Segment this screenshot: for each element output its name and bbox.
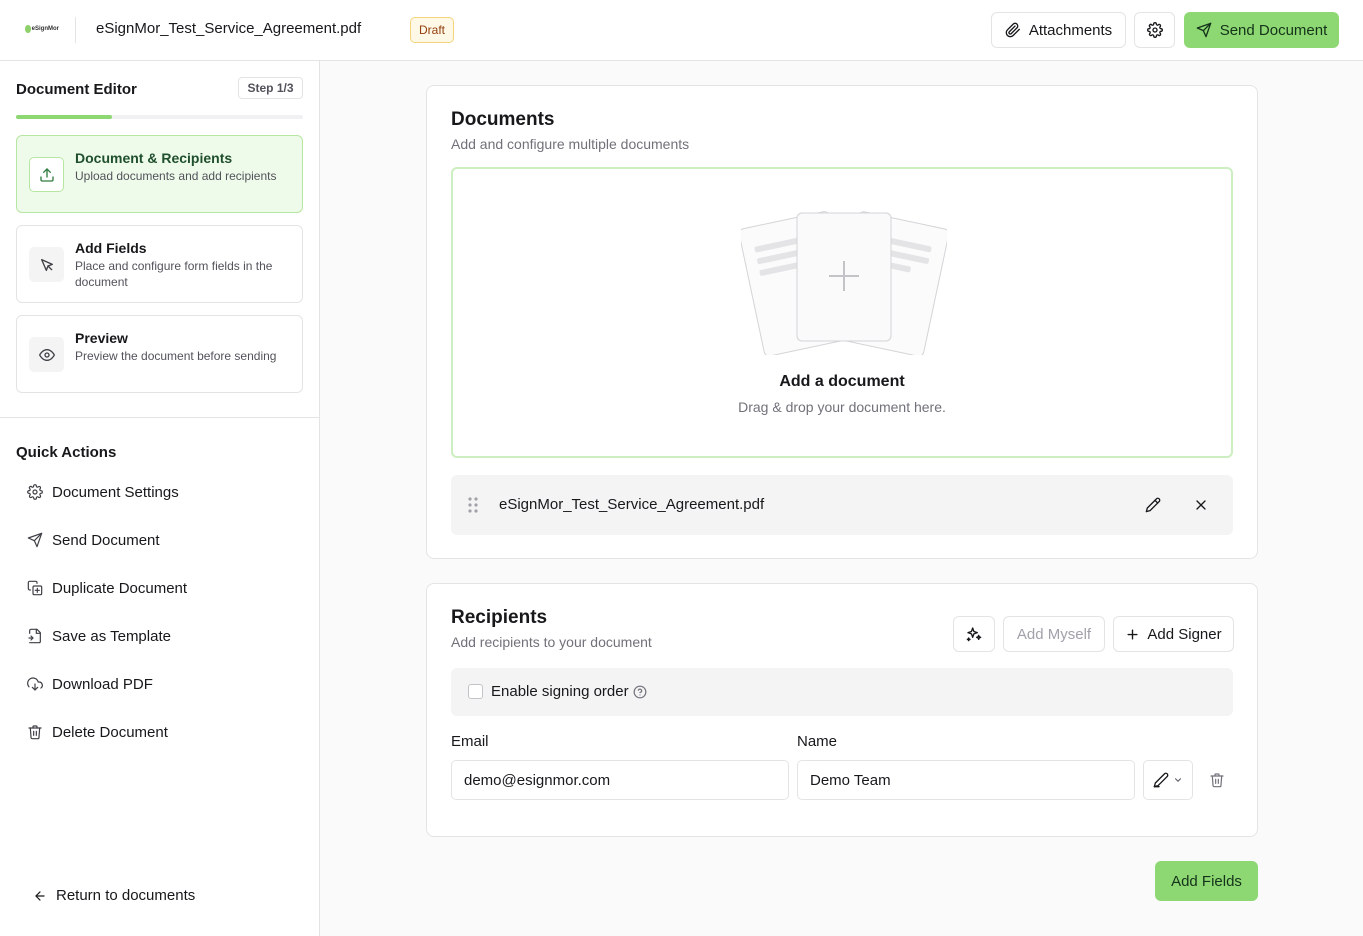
documents-title: Documents bbox=[451, 109, 555, 130]
recipients-subtitle: Add recipients to your document bbox=[451, 634, 652, 650]
step-progress-fill bbox=[16, 115, 112, 119]
attachments-button[interactable]: Attachments bbox=[991, 12, 1126, 48]
dropzone-subtitle: Drag & drop your document here. bbox=[738, 399, 946, 415]
document-title: eSignMor_Test_Service_Agreement.pdf bbox=[96, 20, 362, 37]
documents-subtitle: Add and configure multiple documents bbox=[451, 136, 690, 152]
signer-email-field[interactable]: demo@esignmor.com bbox=[451, 760, 789, 800]
gear-icon bbox=[27, 484, 43, 500]
step-add-fields[interactable]: Add Fields Place and configure form fiel… bbox=[16, 225, 303, 303]
return-to-documents-link[interactable]: Return to documents bbox=[33, 887, 195, 904]
step-description: Place and configure form fields in the d… bbox=[75, 259, 273, 289]
quick-action-label: Delete Document bbox=[52, 723, 168, 741]
quick-action-label: Download PDF bbox=[52, 675, 153, 693]
quick-action-send-document[interactable]: Send Document bbox=[27, 530, 160, 550]
step-description: Preview the document before sending bbox=[75, 349, 277, 363]
signing-order-checkbox[interactable] bbox=[468, 684, 483, 699]
send-icon bbox=[1196, 22, 1212, 38]
quick-action-label: Document Settings bbox=[52, 483, 179, 501]
logo-mark bbox=[25, 25, 31, 33]
help-circle-icon[interactable] bbox=[633, 685, 647, 699]
duplicate-icon bbox=[27, 580, 43, 596]
arrow-left-icon bbox=[33, 889, 47, 903]
quick-action-label: Save as Template bbox=[52, 627, 171, 645]
template-icon bbox=[27, 628, 43, 644]
sidebar: Document Editor Step 1/3 Document & Reci… bbox=[0, 61, 320, 936]
signer-name-field[interactable]: Demo Team bbox=[797, 760, 1135, 800]
documents-illustration-icon bbox=[741, 205, 947, 355]
quick-action-label: Send Document bbox=[52, 531, 160, 549]
chevron-down-icon bbox=[1173, 775, 1183, 785]
step-progress-bar bbox=[16, 115, 303, 119]
name-label: Name bbox=[797, 733, 838, 750]
step-preview[interactable]: Preview Preview the document before send… bbox=[16, 315, 303, 393]
trash-icon bbox=[27, 724, 43, 740]
header-divider bbox=[75, 17, 76, 43]
step-document-recipients[interactable]: Document & Recipients Upload documents a… bbox=[16, 135, 303, 213]
signer-role-dropdown[interactable] bbox=[1143, 760, 1193, 800]
attachments-label: Attachments bbox=[1028, 21, 1113, 39]
send-document-button[interactable]: Send Document bbox=[1184, 12, 1339, 48]
quick-action-download-pdf[interactable]: Download PDF bbox=[27, 674, 153, 694]
add-fields-button[interactable]: Add Fields bbox=[1155, 861, 1258, 901]
dropzone-title: Add a document bbox=[779, 373, 905, 390]
email-label: Email bbox=[451, 733, 489, 750]
send-icon bbox=[27, 532, 43, 548]
step-title: Preview bbox=[75, 330, 128, 346]
top-header: eSignMor eSignMor_Test_Service_Agreement… bbox=[0, 0, 1363, 61]
sidebar-divider bbox=[0, 417, 319, 418]
documents-card: Documents Add and configure multiple doc… bbox=[426, 85, 1258, 559]
quick-actions-title: Quick Actions bbox=[16, 444, 117, 461]
edit-document-button[interactable] bbox=[1141, 493, 1165, 517]
main-content: Documents Add and configure multiple doc… bbox=[320, 61, 1363, 936]
drag-handle-icon[interactable] bbox=[465, 495, 481, 515]
recipients-card: Recipients Add recipients to your docume… bbox=[426, 583, 1258, 837]
document-file-row: eSignMor_Test_Service_Agreement.pdf bbox=[451, 475, 1233, 535]
step-badge: Step 1/3 bbox=[238, 77, 303, 99]
sidebar-title: Document Editor bbox=[16, 81, 137, 98]
send-document-label: Send Document bbox=[1219, 21, 1328, 39]
plus-icon bbox=[1125, 627, 1140, 642]
download-icon bbox=[27, 676, 43, 692]
pen-icon bbox=[1153, 772, 1169, 788]
quick-action-label: Duplicate Document bbox=[52, 579, 188, 597]
trash-icon bbox=[1209, 772, 1225, 788]
settings-button[interactable] bbox=[1134, 12, 1175, 48]
cursor-icon bbox=[29, 247, 64, 282]
pencil-icon bbox=[1145, 497, 1161, 513]
step-title: Document & Recipients bbox=[75, 150, 233, 166]
add-myself-button[interactable]: Add Myself bbox=[1003, 616, 1105, 652]
status-badge: Draft bbox=[410, 17, 455, 43]
quick-action-delete-document[interactable]: Delete Document bbox=[27, 722, 168, 742]
eye-icon bbox=[29, 337, 64, 372]
logo-text: eSignMor bbox=[31, 26, 59, 32]
return-label: Return to documents bbox=[56, 887, 196, 904]
step-description: Upload documents and add recipients bbox=[75, 169, 277, 183]
quick-action-document-settings[interactable]: Document Settings bbox=[27, 482, 179, 502]
quick-action-duplicate-document[interactable]: Duplicate Document bbox=[27, 578, 187, 598]
upload-icon bbox=[29, 157, 64, 192]
step-title: Add Fields bbox=[75, 240, 147, 256]
sparkles-icon bbox=[966, 626, 982, 642]
document-file-name: eSignMor_Test_Service_Agreement.pdf bbox=[499, 496, 765, 513]
remove-signer-button[interactable] bbox=[1205, 768, 1229, 792]
add-signer-label: Add Signer bbox=[1147, 625, 1222, 643]
recipients-title: Recipients bbox=[451, 607, 548, 628]
document-dropzone[interactable]: Add a document Drag & drop your document… bbox=[451, 167, 1233, 458]
close-icon bbox=[1193, 497, 1209, 513]
app-logo[interactable]: eSignMor bbox=[25, 20, 59, 38]
signing-order-label: Enable signing order bbox=[491, 683, 629, 700]
gear-icon bbox=[1146, 22, 1163, 38]
quick-action-save-as-template[interactable]: Save as Template bbox=[27, 626, 171, 646]
remove-document-button[interactable] bbox=[1189, 493, 1213, 517]
add-signer-button[interactable]: Add Signer bbox=[1113, 616, 1234, 652]
signing-order-row: Enable signing order bbox=[451, 668, 1233, 716]
ai-assist-button[interactable] bbox=[953, 616, 995, 652]
paperclip-icon bbox=[1005, 22, 1021, 38]
